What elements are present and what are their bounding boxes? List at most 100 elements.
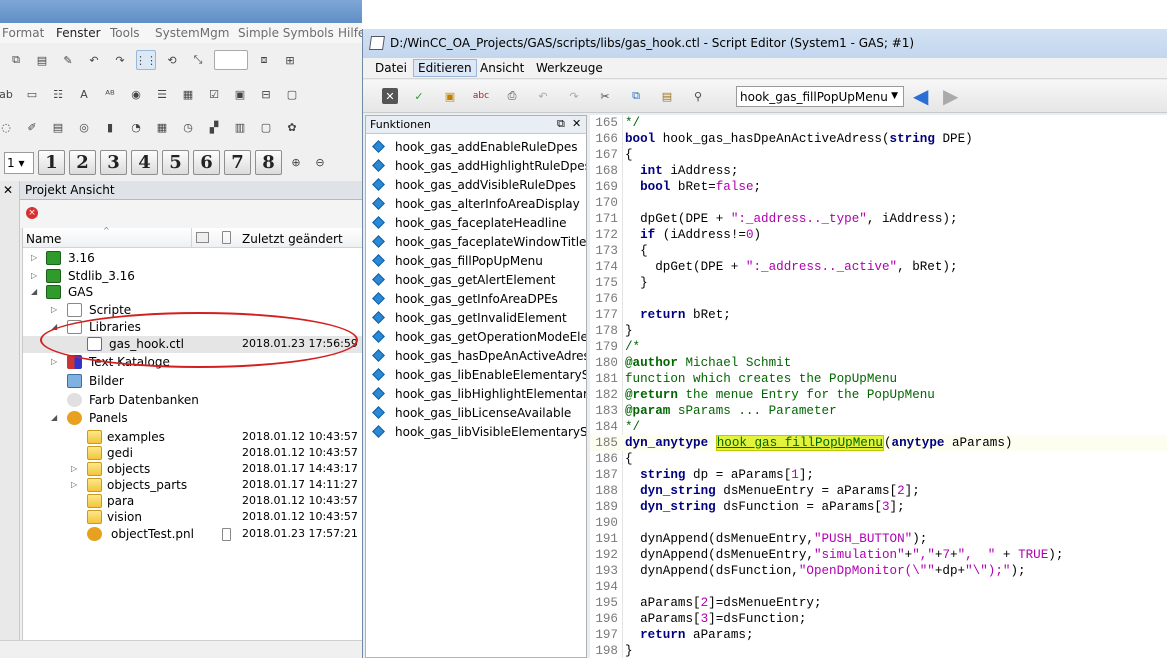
code-line[interactable]: 179 /*	[590, 339, 1167, 355]
close-panel-icon[interactable]: ✕	[572, 117, 581, 130]
function-item[interactable]: hook_gas_libHighlightElementarySymbol	[366, 385, 586, 404]
code-line[interactable]: 165 */	[590, 115, 1167, 131]
undo-icon[interactable]: ↶	[533, 86, 553, 106]
undo-icon[interactable]: ↶	[84, 50, 104, 70]
code-line[interactable]: 186 {	[590, 451, 1167, 467]
menu-systemmgm[interactable]: SystemMgm	[155, 26, 229, 40]
search-icon[interactable]: ⚲	[688, 86, 708, 106]
code-line[interactable]: 174 dpGet(DPE + ":_address.._active", bR…	[590, 259, 1167, 275]
print-icon[interactable]: ⎙	[502, 86, 522, 106]
function-item[interactable]: hook_gas_libVisibleElementarySymbol	[366, 423, 586, 442]
code-line[interactable]: 169 bool bRet=false;	[590, 179, 1167, 195]
clock-icon[interactable]: ◌	[0, 117, 16, 137]
tree-row[interactable]: vision 2018.01.12 10:43:57	[23, 509, 362, 526]
code-line[interactable]: 170	[590, 195, 1167, 211]
align-icon[interactable]: ⧈	[254, 50, 274, 70]
code-line[interactable]: 195 aParams[2]=dsMenueEntry;	[590, 595, 1167, 611]
tree-row[interactable]: examples 2018.01.12 10:43:57	[23, 429, 362, 446]
chart-icon[interactable]: ▞	[204, 117, 224, 137]
code-line[interactable]: 188 dyn_string dsMenueEntry = aParams[2]…	[590, 483, 1167, 499]
code-line[interactable]: 182 @return the menue Entry for the PopUp…	[590, 387, 1167, 403]
grid-icon[interactable]: ⋮⋮	[135, 50, 157, 70]
edit-icon[interactable]: ✐	[22, 117, 42, 137]
layer-button-6[interactable]: 6	[193, 150, 220, 175]
function-item[interactable]: hook_gas_getAlertElement	[366, 271, 586, 290]
tree-row[interactable]: ▷ 3.16	[23, 250, 362, 267]
frame-icon[interactable]: ▢	[282, 84, 302, 104]
layer-button-1[interactable]: 1	[38, 150, 65, 175]
float-panel-icon[interactable]: ⧉	[557, 117, 565, 131]
code-line[interactable]: 176	[590, 291, 1167, 307]
code-line[interactable]: 192 dynAppend(dsMenueEntry,"simulation" +…	[590, 547, 1167, 563]
function-item[interactable]: hook_gas_getInfoAreaDPEs	[366, 290, 586, 309]
tree-row[interactable]: ▷ objects 2018.01.17 14:43:17	[23, 461, 362, 478]
function-item[interactable]: hook_gas_faceplateHeadline	[366, 214, 586, 233]
bar-trend-icon[interactable]: ▮	[100, 117, 120, 137]
function-select[interactable]: hook_gas_fillPopUpMenu ▼	[736, 86, 904, 107]
color-field[interactable]	[214, 50, 248, 70]
layer-button-3[interactable]: 3	[100, 150, 127, 175]
tree-row[interactable]: ▷ Stdlib_3.16	[23, 268, 362, 285]
menu-editieren[interactable]: Editieren	[413, 59, 477, 77]
pie-icon[interactable]: ◔	[126, 117, 146, 137]
zoom-out-icon[interactable]: ⊖	[310, 153, 330, 173]
target-icon[interactable]: ◎	[74, 117, 94, 137]
function-item[interactable]: hook_gas_libEnableElementarySymbol	[366, 366, 586, 385]
layer-button-5[interactable]: 5	[162, 150, 189, 175]
copy-icon[interactable]: ⧉	[6, 50, 26, 70]
text-icon[interactable]: A	[74, 84, 94, 104]
code-line[interactable]: 177 return bRet;	[590, 307, 1167, 323]
code-line[interactable]: 181 function which creates the PopUpMenu	[590, 371, 1167, 387]
code-line[interactable]: 184 */	[590, 419, 1167, 435]
layer-button-2[interactable]: 2	[69, 150, 96, 175]
tree-icon[interactable]: ☷	[48, 84, 68, 104]
code-line[interactable]: 194	[590, 579, 1167, 595]
window-icon[interactable]: ▣	[230, 84, 250, 104]
code-line[interactable]: 180 @author Michael Schmit	[590, 355, 1167, 371]
column-modified[interactable]: Zuletzt geändert	[242, 232, 343, 246]
function-item[interactable]: hook_gas_libLicenseAvailable	[366, 404, 586, 423]
code-line[interactable]: 183 @param sParams ... Parameter	[590, 403, 1167, 419]
gauge-icon[interactable]: ◷	[178, 117, 198, 137]
menu-datei[interactable]: Datei	[375, 61, 407, 75]
tree-row[interactable]: gedi 2018.01.12 10:43:57	[23, 445, 362, 462]
layer-button-4[interactable]: 4	[131, 150, 158, 175]
code-line[interactable]: 166 bool hook_gas_hasDpeAnActiveAdress(st…	[590, 131, 1167, 147]
close-icon[interactable]: ✕	[3, 183, 13, 197]
menu-simple-symbols[interactable]: Simple Symbols	[238, 26, 334, 40]
grid-table-icon[interactable]: ▦	[152, 117, 172, 137]
menu-hilfe[interactable]: Hilfe	[338, 26, 362, 40]
close-file-icon[interactable]: ✕	[382, 88, 398, 104]
code-line[interactable]: 198}	[590, 643, 1167, 658]
ab-icon[interactable]: ab	[0, 84, 16, 104]
menu-fenster[interactable]: Fenster	[56, 26, 101, 40]
back-arrow-icon[interactable]: ◀	[913, 86, 928, 106]
code-line[interactable]: 189 dyn_string dsFunction = aParams[3];	[590, 499, 1167, 515]
tree-row[interactable]: ◢ GAS	[23, 284, 362, 301]
checkbox-icon[interactable]: ☑	[204, 84, 224, 104]
function-item[interactable]: hook_gas_addHighlightRuleDpes	[366, 157, 586, 176]
code-line[interactable]: 187 string dp = aParams[1];	[590, 467, 1167, 483]
table-icon[interactable]: ▦	[178, 84, 198, 104]
abc-icon[interactable]: ᴬᴮ	[100, 84, 120, 104]
tree-row[interactable]: Farb Datenbanken	[23, 392, 362, 409]
code-line[interactable]: 172 if (iAddress!=0)	[590, 227, 1167, 243]
panel-icon[interactable]: ▤	[48, 117, 68, 137]
code-line[interactable]: 178}	[590, 323, 1167, 339]
redo-icon[interactable]: ↷	[110, 50, 130, 70]
layer-button-7[interactable]: 7	[224, 150, 251, 175]
rotate-icon[interactable]: ⟲	[162, 50, 182, 70]
tree-row[interactable]: ◢ Panels	[23, 410, 362, 427]
paste-icon[interactable]: ▤	[32, 50, 52, 70]
radio-icon[interactable]: ◉	[126, 84, 146, 104]
distribute-icon[interactable]: ⊞	[280, 50, 300, 70]
function-item[interactable]: hook_gas_addEnableRuleDpes	[366, 138, 586, 157]
tree-row[interactable]: para 2018.01.12 10:43:57	[23, 493, 362, 510]
copy-icon[interactable]: ⧉	[626, 86, 646, 106]
frame2-icon[interactable]: ▢	[256, 117, 276, 137]
tab-icon[interactable]: ⊟	[256, 84, 276, 104]
function-item[interactable]: hook_gas_getOperationModeElement	[366, 328, 586, 347]
code-line[interactable]: 173 {	[590, 243, 1167, 259]
columns-icon[interactable]: ▥	[230, 117, 250, 137]
check-syntax-icon[interactable]: ✓	[409, 86, 429, 106]
